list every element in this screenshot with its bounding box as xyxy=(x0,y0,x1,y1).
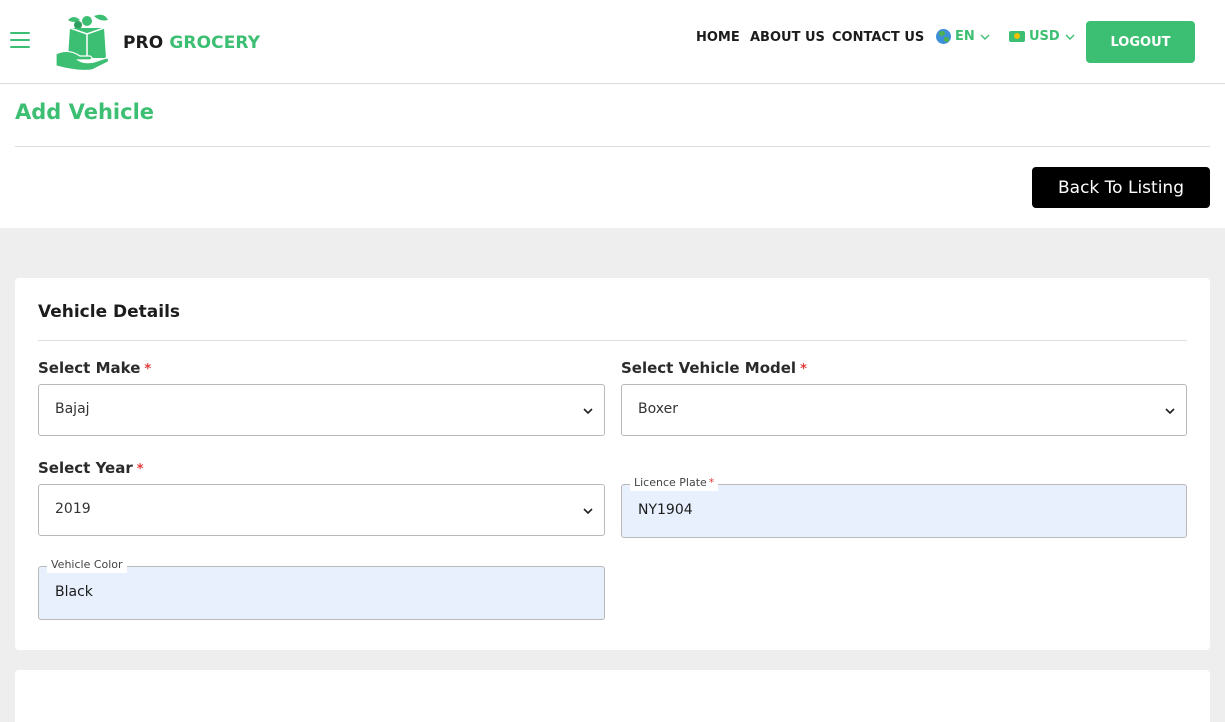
licence-plate-input[interactable]: Licence Plate * NY1904 xyxy=(621,475,1187,538)
year-label-text: Select Year xyxy=(38,459,133,477)
nav-about-us-link[interactable]: ABOUT US xyxy=(750,30,825,45)
chevron-down-icon xyxy=(1065,34,1075,40)
model-label-text: Select Vehicle Model xyxy=(621,359,797,377)
currency-value: USD xyxy=(1029,29,1060,44)
nav-contact-us-link[interactable]: CONTACT US xyxy=(832,30,924,45)
money-icon xyxy=(1009,31,1025,42)
language-value: EN xyxy=(955,29,975,44)
chevron-down-icon xyxy=(583,408,593,415)
chevron-down-icon xyxy=(980,34,990,40)
globe-icon xyxy=(936,29,951,44)
brand-name-second: GROCERY xyxy=(169,33,261,53)
licence-plate-label-text: Licence Plate xyxy=(634,476,707,489)
model-label: Select Vehicle Model * xyxy=(621,359,807,377)
nav-home-link[interactable]: HOME xyxy=(696,30,740,45)
hamburger-menu-icon[interactable] xyxy=(10,32,30,49)
vehicle-color-label: Vehicle Color xyxy=(47,557,127,573)
card-divider xyxy=(38,340,1187,341)
language-selector[interactable]: EN xyxy=(936,29,991,44)
vehicle-model-select[interactable]: Boxer xyxy=(621,384,1187,436)
currency-selector[interactable]: USD xyxy=(1009,29,1076,44)
year-label: Select Year * xyxy=(38,459,144,477)
logout-button[interactable]: LOGOUT xyxy=(1086,21,1195,63)
title-divider xyxy=(15,146,1210,147)
page-title: Add Vehicle xyxy=(15,100,155,124)
brand-name-first: PRO xyxy=(123,33,164,53)
make-select-value: Bajaj xyxy=(55,401,90,417)
card-title: Vehicle Details xyxy=(38,302,181,322)
model-select-value: Boxer xyxy=(638,401,678,417)
back-to-listing-button[interactable]: Back To Listing xyxy=(1032,167,1210,208)
licence-plate-label: Licence Plate * xyxy=(630,475,719,491)
required-marker: * xyxy=(708,476,715,489)
licence-plate-value: NY1904 xyxy=(638,502,693,518)
top-header: PRO GROCERY HOME ABOUT US CONTACT US EN … xyxy=(0,0,1225,84)
vehicle-color-input[interactable]: Vehicle Color Black xyxy=(38,557,605,620)
make-select[interactable]: Bajaj xyxy=(38,384,605,436)
year-select[interactable]: 2019 xyxy=(38,484,605,536)
required-marker: * xyxy=(136,462,144,477)
required-marker: * xyxy=(144,362,152,377)
year-select-value: 2019 xyxy=(55,501,91,517)
secondary-card xyxy=(15,670,1210,722)
chevron-down-icon xyxy=(583,508,593,515)
brand-name[interactable]: PRO GROCERY xyxy=(123,33,260,53)
required-marker: * xyxy=(800,362,807,377)
make-label-text: Select Make xyxy=(38,359,141,377)
grocery-bag-logo[interactable] xyxy=(54,12,114,72)
vehicle-details-card: Vehicle Details Select Make * Bajaj Selec… xyxy=(15,278,1210,650)
chevron-down-icon xyxy=(1165,408,1175,415)
vehicle-color-value: Black xyxy=(55,584,93,600)
make-label: Select Make * xyxy=(38,359,151,377)
